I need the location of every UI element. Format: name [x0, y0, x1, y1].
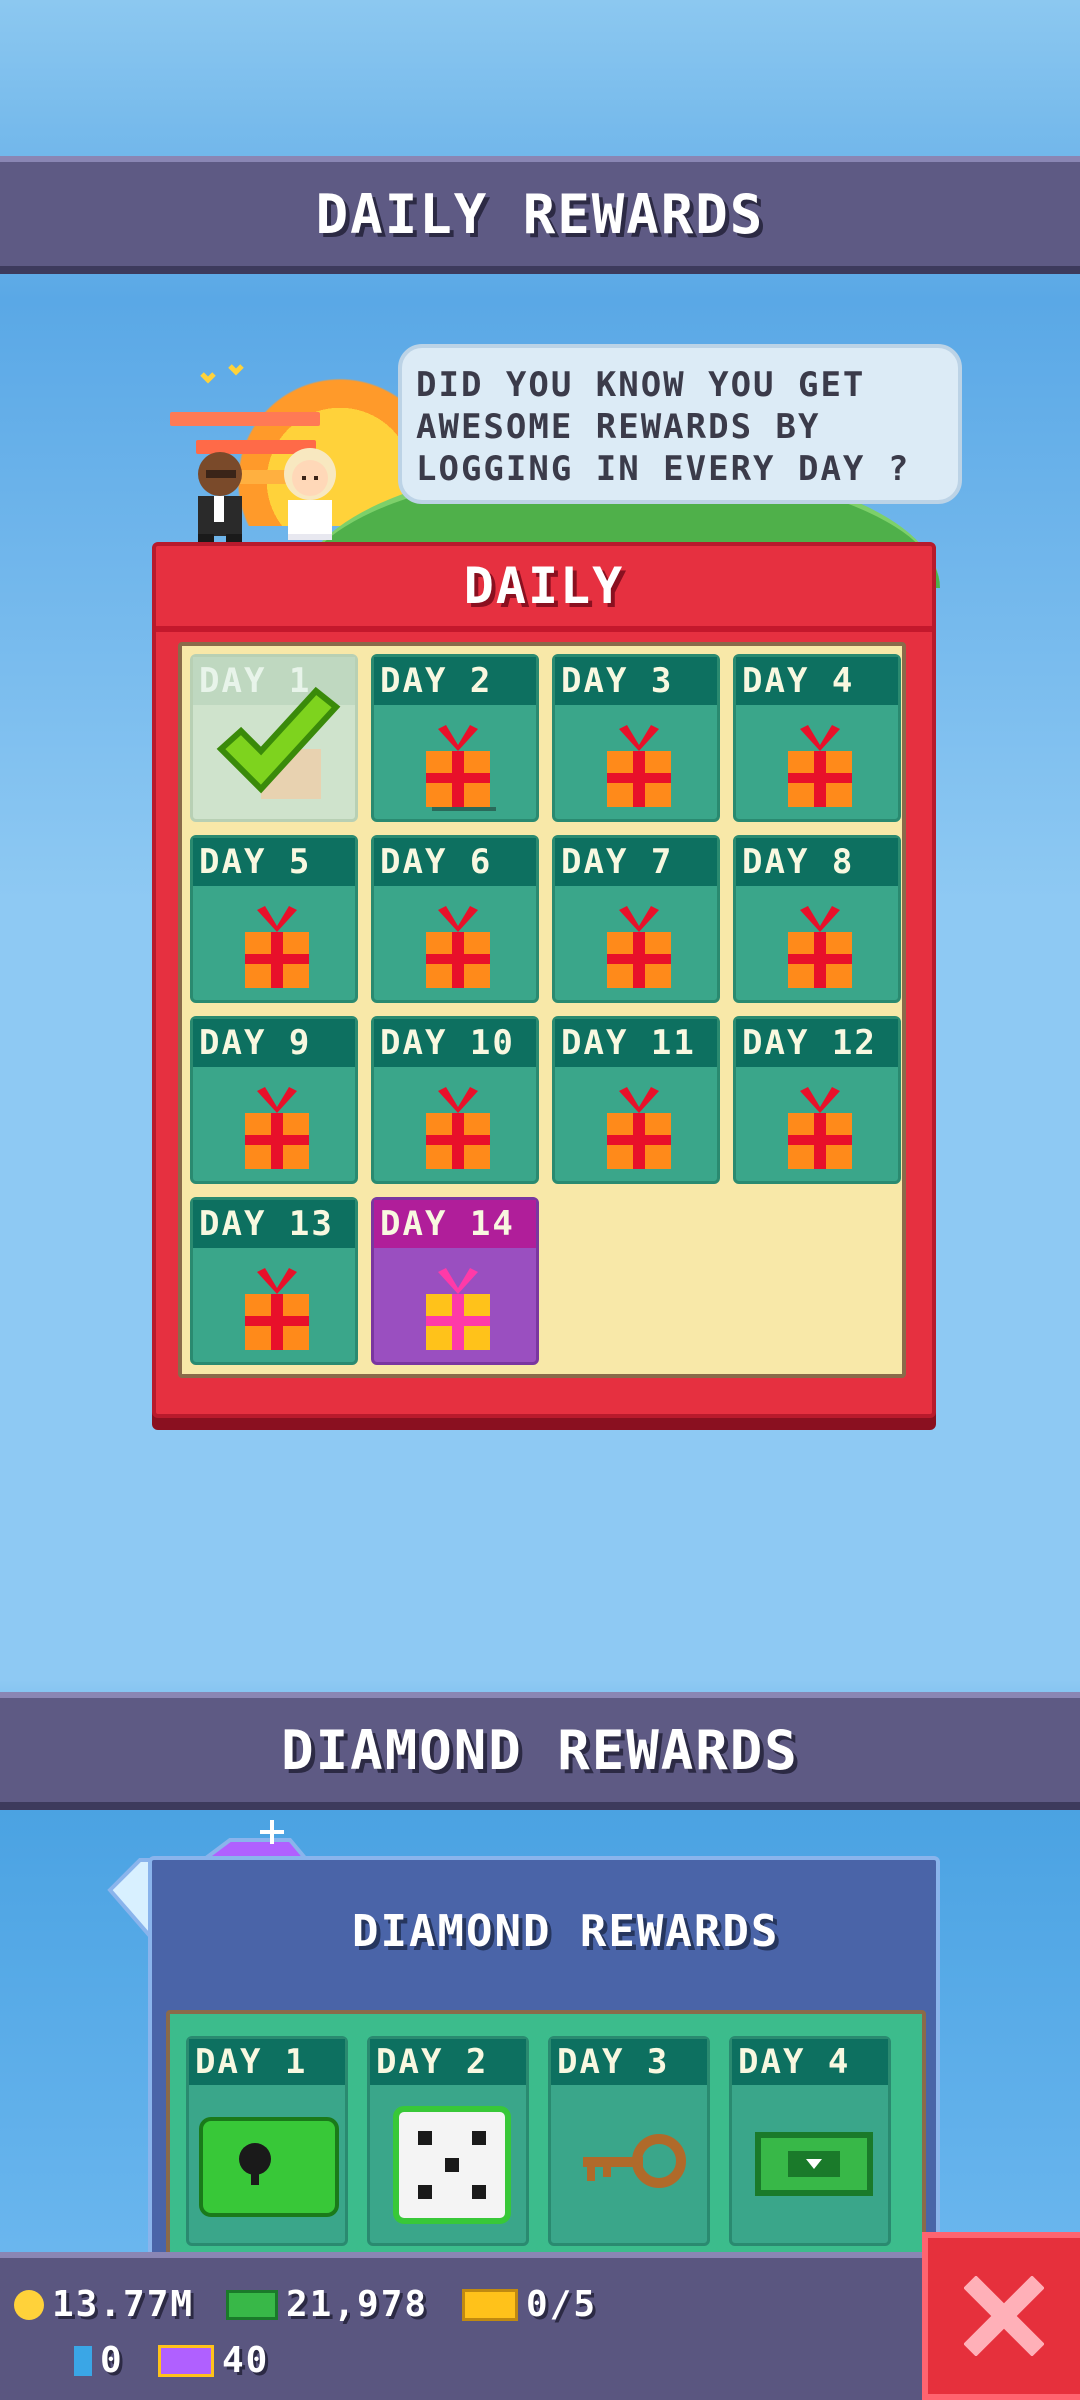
- gift-icon: [426, 1087, 490, 1169]
- daily-rewards-panel: DAILY DAY 1 DAY 2 DAY 3 DAY 4 DAY 5 DAY …: [152, 542, 936, 1418]
- gift-icon: [426, 725, 496, 811]
- ticket-icon: [462, 2288, 518, 2321]
- groom-character-icon: [198, 452, 242, 542]
- day-label: DAY 10: [374, 1019, 536, 1067]
- day-label: DAY 14: [374, 1200, 536, 1248]
- vip-counter: 40: [158, 2340, 269, 2381]
- coin-icon: [14, 2289, 44, 2320]
- bride-character-icon: [284, 448, 336, 540]
- daily-rewards-banner: DAILY REWARDS: [0, 156, 1080, 274]
- gift-icon: [788, 1087, 852, 1169]
- diamond-rewards-panel: DIAMOND REWARDS DAY 1 DAY 2 DAY 3 DAY 4: [148, 1856, 940, 2298]
- gems-counter: 0: [74, 2340, 124, 2381]
- day-label: DAY 7: [555, 838, 717, 886]
- checkmark-icon: [216, 686, 341, 799]
- day-tile-6[interactable]: DAY 6: [371, 835, 539, 1003]
- diamond-day-tile-1[interactable]: DAY 1: [186, 2036, 348, 2246]
- gift-icon: [788, 725, 852, 807]
- day-tile-7[interactable]: DAY 7: [552, 835, 720, 1003]
- day-label: DAY 6: [374, 838, 536, 886]
- green-chest-icon: [199, 2117, 339, 2217]
- gem-icon: [74, 2345, 92, 2376]
- day-label: DAY 12: [736, 1019, 898, 1067]
- cash-counter: 21,978: [226, 2284, 428, 2325]
- day-tile-14[interactable]: DAY 14: [371, 1197, 539, 1365]
- vip-token-icon: [158, 2344, 214, 2377]
- cash-icon: [755, 2132, 873, 2196]
- close-button[interactable]: [922, 2232, 1080, 2400]
- gift-icon: [607, 1087, 671, 1169]
- diamond-panel-title: DIAMOND REWARDS: [352, 1906, 780, 1957]
- coins-counter: 13.77M: [14, 2284, 194, 2325]
- speech-line: AWESOME REWARDS BY: [416, 407, 821, 447]
- daily-rewards-title: DAILY REWARDS: [315, 182, 765, 246]
- day-tile-5[interactable]: DAY 5: [190, 835, 358, 1003]
- gift-icon: [245, 906, 309, 988]
- day-tile-8[interactable]: DAY 8: [733, 835, 901, 1003]
- gems-value: 0: [100, 2340, 124, 2381]
- day-tile-11[interactable]: DAY 11: [552, 1016, 720, 1184]
- gift-icon: [245, 1087, 309, 1169]
- gift-icon: [788, 906, 852, 988]
- day-label: DAY 4: [732, 2039, 888, 2085]
- day-label: DAY 4: [736, 657, 898, 705]
- day-tile-12[interactable]: DAY 12: [733, 1016, 901, 1184]
- diamond-day-tile-4[interactable]: DAY 4: [729, 2036, 891, 2246]
- day-tile-1[interactable]: DAY 1: [190, 654, 358, 822]
- day-tile-3[interactable]: DAY 3: [552, 654, 720, 822]
- daily-reward-grid: DAY 1 DAY 2 DAY 3 DAY 4 DAY 5 DAY 6 DAY …: [178, 642, 906, 1378]
- special-gift-icon: [426, 1268, 490, 1350]
- gift-icon: [426, 906, 490, 988]
- cash-icon: [226, 2289, 278, 2320]
- gift-icon: [607, 906, 671, 988]
- day-tile-4[interactable]: DAY 4: [733, 654, 901, 822]
- day-label: DAY 2: [374, 657, 536, 705]
- close-icon: [964, 2276, 1044, 2356]
- day-label: DAY 3: [551, 2039, 707, 2085]
- diamond-rewards-title: DIAMOND REWARDS: [281, 1718, 799, 1782]
- tickets-value: 0/5: [526, 2284, 598, 2325]
- cloud-stripe: [170, 412, 320, 426]
- day-label: DAY 9: [193, 1019, 355, 1067]
- day-tile-2[interactable]: DAY 2: [371, 654, 539, 822]
- gift-icon: [245, 1268, 309, 1350]
- day-label: DAY 2: [370, 2039, 526, 2085]
- day-tile-10[interactable]: DAY 10: [371, 1016, 539, 1184]
- tickets-counter: 0/5: [462, 2284, 597, 2325]
- key-icon: [583, 2134, 686, 2188]
- diamond-rewards-banner: DIAMOND REWARDS: [0, 1692, 1080, 1810]
- gift-icon: [607, 725, 671, 807]
- coins-value: 13.77M: [52, 2284, 195, 2325]
- speech-line: DID YOU KNOW YOU GET: [416, 365, 866, 405]
- day-label: DAY 11: [555, 1019, 717, 1067]
- sparkle-icon: [200, 364, 244, 384]
- currency-bar: 13.77M 21,978 0/5 0 40: [0, 2252, 922, 2400]
- vip-value: 40: [222, 2340, 270, 2381]
- day-label: DAY 8: [736, 838, 898, 886]
- diamond-day-tile-2[interactable]: DAY 2: [367, 2036, 529, 2246]
- day-tile-9[interactable]: DAY 9: [190, 1016, 358, 1184]
- tip-speech-bubble: DID YOU KNOW YOU GET AWESOME REWARDS BY …: [398, 344, 962, 504]
- speech-line: LOGGING IN EVERY DAY ?: [416, 449, 911, 489]
- diamond-day-tile-3[interactable]: DAY 3: [548, 2036, 710, 2246]
- day-label: DAY 5: [193, 838, 355, 886]
- cash-value: 21,978: [286, 2284, 429, 2325]
- day-label: DAY 13: [193, 1200, 355, 1248]
- day-label: DAY 1: [189, 2039, 345, 2085]
- dice-icon: [393, 2106, 511, 2224]
- day-tile-13[interactable]: DAY 13: [190, 1197, 358, 1365]
- day-label: DAY 3: [555, 657, 717, 705]
- daily-panel-title: DAILY: [156, 546, 932, 632]
